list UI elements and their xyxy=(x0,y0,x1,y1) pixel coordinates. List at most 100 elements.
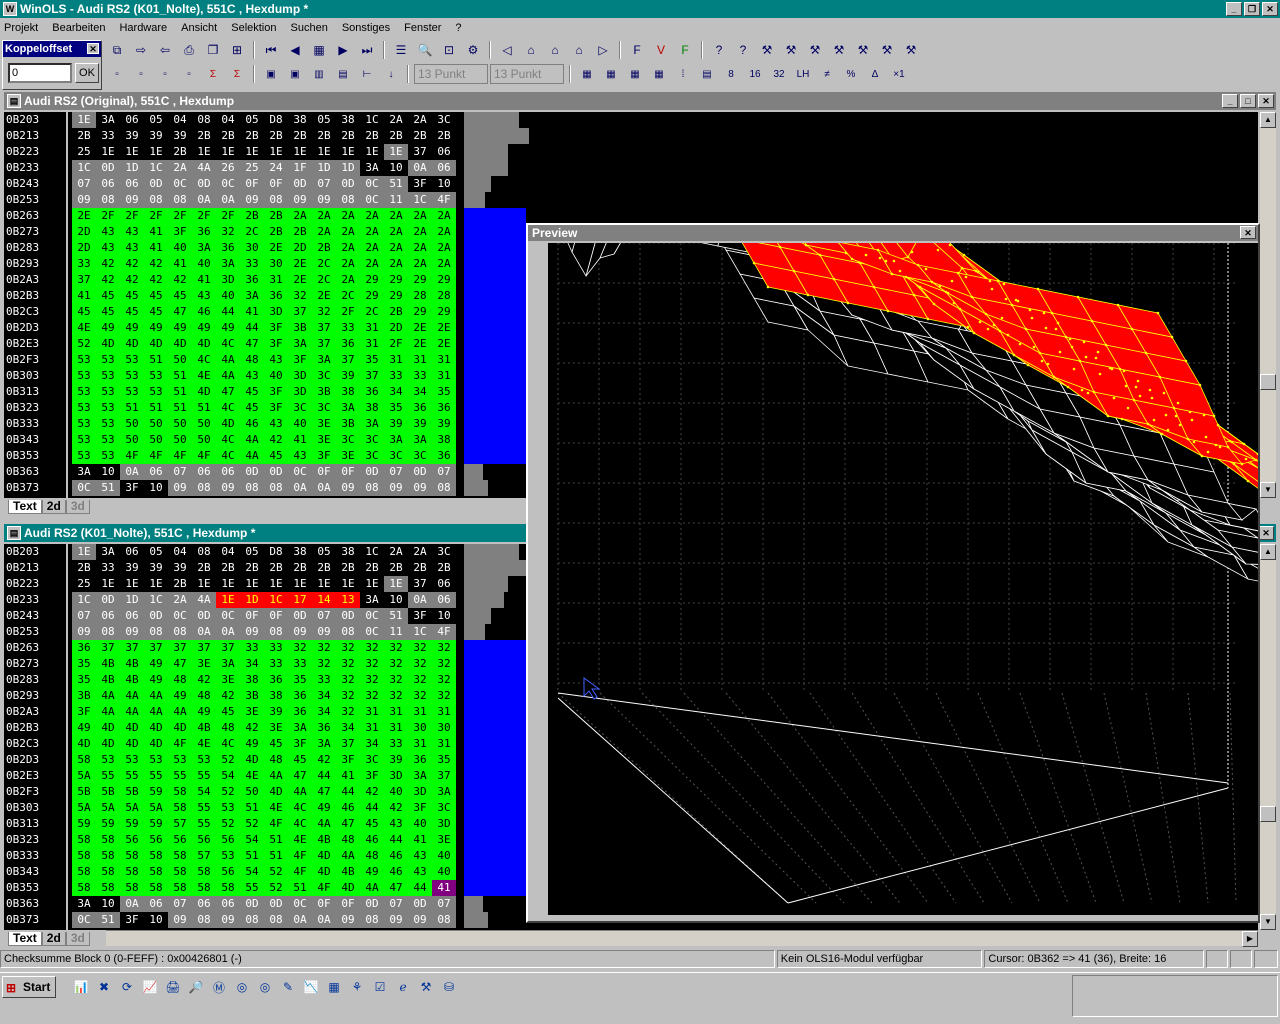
hex-cell[interactable]: 4F xyxy=(288,864,312,880)
hex-cell[interactable]: 1E xyxy=(288,576,312,592)
f-blue-icon[interactable]: F xyxy=(626,40,648,60)
hex-cell[interactable]: 4D xyxy=(144,736,168,752)
hex-cell[interactable]: 06 xyxy=(432,592,456,608)
hex-cell[interactable]: 0D xyxy=(360,896,384,912)
hex-cell[interactable]: 4A xyxy=(120,704,144,720)
hex-cell[interactable]: 46 xyxy=(384,864,408,880)
hex-cell[interactable]: 58 xyxy=(96,880,120,896)
hex-cell[interactable]: 51 xyxy=(168,384,192,400)
menu-projekt[interactable]: Projekt xyxy=(4,22,38,34)
hex-cell[interactable]: 53 xyxy=(144,384,168,400)
hex-cell[interactable]: 2F xyxy=(144,208,168,224)
hex-cell[interactable]: 3F xyxy=(288,736,312,752)
hex-cell[interactable]: 48 xyxy=(240,352,264,368)
hex-cell[interactable]: 3E xyxy=(312,432,336,448)
menu-suchen[interactable]: Suchen xyxy=(291,22,328,34)
hex-cell[interactable]: 08 xyxy=(192,544,216,560)
hex-cell[interactable]: 40 xyxy=(432,864,456,880)
hex-cell[interactable]: 37 xyxy=(288,304,312,320)
hex-cell[interactable]: 1E xyxy=(120,576,144,592)
hex-cell[interactable]: 31 xyxy=(384,352,408,368)
hex-cell[interactable]: 28 xyxy=(408,288,432,304)
hex-cell[interactable]: 08 xyxy=(240,480,264,496)
hex-cell[interactable]: 3A xyxy=(336,400,360,416)
hex-cell[interactable]: 39 xyxy=(384,752,408,768)
hex-cell[interactable]: 39 xyxy=(120,560,144,576)
cursor2-icon[interactable]: ↓ xyxy=(380,64,402,84)
hex-cell[interactable]: 3E xyxy=(264,720,288,736)
hex-cell[interactable]: 49 xyxy=(168,320,192,336)
hex-cell[interactable]: 40 xyxy=(288,416,312,432)
hex-cell[interactable]: 2A xyxy=(360,240,384,256)
hex-cell[interactable]: 49 xyxy=(312,800,336,816)
hex-cell[interactable]: 51 xyxy=(384,176,408,192)
hex-cell[interactable]: 45 xyxy=(264,448,288,464)
hex-cell[interactable]: 06 xyxy=(216,896,240,912)
hex-cell[interactable]: 5B xyxy=(72,784,96,800)
delta-icon[interactable]: Δ xyxy=(864,64,886,84)
hex-cell[interactable]: 36 xyxy=(408,400,432,416)
hex-cell[interactable]: 33 xyxy=(288,656,312,672)
hex-cell[interactable]: 3F xyxy=(408,176,432,192)
hex-cell[interactable]: 3F xyxy=(312,448,336,464)
hex-cell[interactable]: 05 xyxy=(240,544,264,560)
hex-cell[interactable]: 57 xyxy=(168,816,192,832)
hex-cell[interactable]: 2B xyxy=(216,560,240,576)
hex-cell[interactable]: 31 xyxy=(432,736,456,752)
app-title-bar[interactable]: W WinOLS - Audi RS2 (K01_Nolte), 551C , … xyxy=(0,0,1280,18)
hex-cell[interactable]: 2F xyxy=(96,208,120,224)
tool1-icon[interactable]: ⚒ xyxy=(756,40,778,60)
hex-cell[interactable]: 3E xyxy=(336,448,360,464)
hex-cell[interactable]: 3C xyxy=(360,448,384,464)
prev-icon[interactable]: ◀ xyxy=(284,40,306,60)
hex-cell[interactable]: 4A xyxy=(168,704,192,720)
hex-cell[interactable]: 10 xyxy=(96,464,120,480)
hex-cell[interactable]: 53 xyxy=(72,352,96,368)
hex-cell[interactable]: 2A xyxy=(408,240,432,256)
hex-cell[interactable]: 53 xyxy=(216,848,240,864)
menu-fenster[interactable]: Fenster xyxy=(404,22,441,34)
hex-cell[interactable]: 0F xyxy=(336,464,360,480)
view3-icon[interactable]: ▥ xyxy=(308,64,330,84)
hex-cell[interactable]: 32 xyxy=(384,656,408,672)
hex-cell[interactable]: 3C xyxy=(312,400,336,416)
hex-cell[interactable]: 07 xyxy=(168,896,192,912)
hex-cell[interactable]: 58 xyxy=(168,880,192,896)
hex-cell[interactable]: 51 xyxy=(168,368,192,384)
hex-cell[interactable]: 4C xyxy=(216,736,240,752)
hex-cell[interactable]: 56 xyxy=(216,864,240,880)
hex-cell[interactable]: 58 xyxy=(72,848,96,864)
hex-cell[interactable]: 37 xyxy=(408,576,432,592)
hex-cell[interactable]: 2E xyxy=(312,288,336,304)
hex-cell[interactable]: 2C xyxy=(336,288,360,304)
hex-cell[interactable]: 55 xyxy=(240,880,264,896)
hex-cell[interactable]: 41 xyxy=(144,240,168,256)
hex-cell[interactable]: 3F xyxy=(288,352,312,368)
hex-cell[interactable]: 4E xyxy=(288,832,312,848)
hex-cell[interactable]: 3A xyxy=(408,768,432,784)
hex-cell[interactable]: 3C xyxy=(384,448,408,464)
hex-cell[interactable]: 2E xyxy=(288,272,312,288)
hex-cell[interactable]: 59 xyxy=(96,816,120,832)
hex-cell[interactable]: 37 xyxy=(120,640,144,656)
connect-icon[interactable]: ⚙ xyxy=(462,40,484,60)
doc4-icon[interactable]: ▫ xyxy=(178,64,200,84)
hw1-icon[interactable]: ⌂ xyxy=(520,40,542,60)
hex-cell[interactable]: 55 xyxy=(192,768,216,784)
hex-cell[interactable]: 32 xyxy=(432,672,456,688)
forward-icon[interactable]: ▷ xyxy=(592,40,614,60)
hex-cell[interactable]: 44 xyxy=(360,800,384,816)
hex-cell[interactable]: 4A xyxy=(216,352,240,368)
close-button[interactable]: ✕ xyxy=(1262,2,1278,16)
hex-cell[interactable]: 53 xyxy=(96,416,120,432)
hex-cell[interactable]: 0A xyxy=(312,912,336,928)
hex-row[interactable]: 0B223 25 1E 1E 1E 2B 1E 1E 1E 1E 1E 1E 1E 1E 1E 37 06 xyxy=(4,144,1258,160)
horizontal-scrollbar[interactable]: ▶ xyxy=(106,930,1258,947)
tab-3d[interactable]: 3d xyxy=(65,500,90,514)
hex-cell[interactable]: 0D xyxy=(240,896,264,912)
hex-cell[interactable]: 33 xyxy=(336,320,360,336)
hex-cell[interactable]: 47 xyxy=(336,816,360,832)
hex-cell[interactable]: 40 xyxy=(192,256,216,272)
hex-cell[interactable]: 0C xyxy=(360,176,384,192)
hex-cell[interactable]: 06 xyxy=(216,464,240,480)
